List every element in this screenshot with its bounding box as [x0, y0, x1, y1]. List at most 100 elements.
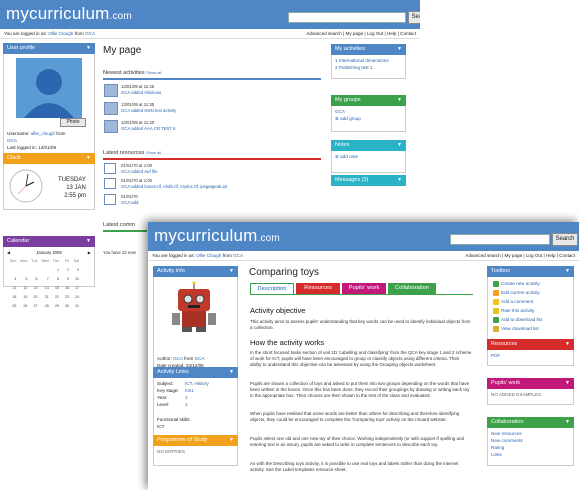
top-nav[interactable]: Advanced search | My page | Log Out | He…: [306, 29, 416, 39]
calendar-date[interactable]: 15: [52, 285, 60, 292]
calendar-date[interactable]: 27: [30, 303, 38, 310]
toolbox-item[interactable]: View download list: [491, 324, 570, 333]
search-input[interactable]: [450, 234, 550, 245]
calendar-date[interactable]: 30: [62, 303, 70, 310]
tab-resources[interactable]: Resources: [296, 283, 340, 294]
collapse-icon[interactable]: ▼: [565, 417, 570, 428]
pupils-work-header[interactable]: Pupils' work ▼: [487, 378, 574, 389]
calendar-date[interactable]: 4: [9, 276, 17, 283]
collapse-icon[interactable]: ▼: [397, 44, 402, 55]
activity-thumb-icon[interactable]: [104, 120, 118, 133]
collab-link-rating[interactable]: Rating: [491, 444, 570, 451]
calendar-date[interactable]: [30, 267, 38, 274]
calendar-date[interactable]: 11: [9, 285, 17, 292]
calendar-date[interactable]: [40, 267, 49, 274]
activity-item[interactable]: 13/01/09 at 11:45 GCA added Hilarious: [121, 84, 161, 96]
calendar-date[interactable]: 17: [72, 285, 80, 292]
my-activity-link[interactable]: 2 Publishing test 1: [335, 64, 402, 71]
activity-item[interactable]: 13/01/09 at 11:20 GCA added AAA CR TEST 6: [121, 120, 176, 132]
collapse-icon[interactable]: ▼: [565, 378, 570, 389]
calendar-date[interactable]: 12: [19, 285, 28, 292]
toolbox-item[interactable]: Create new activity: [491, 279, 570, 288]
collapse-icon[interactable]: ▼: [86, 43, 91, 54]
calendar-date[interactable]: 14: [40, 285, 49, 292]
username-link[interactable]: ollie_clough: [31, 131, 55, 136]
calendar-date[interactable]: 19: [19, 294, 28, 301]
collapse-icon[interactable]: ▼: [565, 339, 570, 350]
calendar-date[interactable]: 9: [62, 276, 70, 283]
toolbox-item[interactable]: Add to download list: [491, 315, 570, 324]
user-link[interactable]: Ollie Clough: [48, 31, 73, 36]
calendar-date[interactable]: 26: [19, 303, 28, 310]
calendar-date[interactable]: [9, 267, 17, 274]
messages-header[interactable]: Messages (3) ▼: [331, 175, 406, 186]
photo-button[interactable]: Photo: [60, 118, 86, 127]
notes-header[interactable]: Notes ▼: [331, 140, 406, 151]
activity-links-header[interactable]: Activity Links ▼: [153, 367, 238, 378]
site-logo[interactable]: mycurriculum.com: [154, 226, 280, 246]
next-month-icon[interactable]: ▶: [88, 249, 91, 256]
calendar-date[interactable]: 25: [9, 303, 17, 310]
activity-item[interactable]: 13/01/09 at 11:35 GCA added NNN test acti…: [121, 102, 176, 114]
prev-month-icon[interactable]: ◀: [7, 249, 10, 256]
calendar-grid[interactable]: Sun Mon Tue Wed Thu Fri Sat 1 2 3 4 5 6 7 8 9 10 11 12 13 14…: [7, 256, 82, 312]
author-org-link[interactable]: GCA: [195, 356, 205, 361]
calendar-date[interactable]: 29: [52, 303, 60, 310]
calendar-date[interactable]: 1: [52, 267, 60, 274]
username-org-link[interactable]: GCA: [7, 138, 17, 143]
collab-link-new-resources[interactable]: New resources: [491, 430, 570, 437]
my-groups-header[interactable]: My groups ▼: [331, 95, 406, 106]
collapse-icon[interactable]: ▼: [229, 266, 234, 277]
calendar-date[interactable]: 23: [62, 294, 70, 301]
show-all-link[interactable]: Show all: [146, 70, 161, 75]
resource-icon[interactable]: [104, 163, 116, 174]
resource-item[interactable]: 01/01/70 GCA add: [121, 194, 138, 206]
collapse-icon[interactable]: ▼: [397, 95, 402, 106]
collapse-icon[interactable]: ▼: [565, 266, 570, 277]
calendar-date[interactable]: 10: [72, 276, 80, 283]
my-activities-header[interactable]: My activities ▼: [331, 44, 406, 55]
level-value[interactable]: 1: [185, 401, 235, 408]
collab-link-links[interactable]: Links: [491, 451, 570, 458]
year-value[interactable]: 1: [185, 394, 235, 401]
calendar-date[interactable]: 31: [72, 303, 80, 310]
calendar-date[interactable]: 8: [52, 276, 60, 283]
activity-thumb-icon[interactable]: [104, 102, 118, 115]
author-link[interactable]: GCA: [173, 356, 183, 361]
collab-link-new-comments[interactable]: New comments: [491, 437, 570, 444]
resource-icon[interactable]: [104, 178, 116, 189]
org-link[interactable]: GCA: [233, 253, 243, 258]
top-nav[interactable]: Advanced search | My page | Log Out | He…: [465, 251, 575, 261]
collapse-icon[interactable]: ▼: [397, 140, 402, 151]
resource-icon[interactable]: [104, 194, 116, 205]
activity-thumb-icon[interactable]: [104, 84, 118, 97]
collapse-icon[interactable]: ▼: [86, 153, 91, 164]
toolbox-item[interactable]: Edit current activity: [491, 288, 570, 297]
calendar-date[interactable]: 16: [62, 285, 70, 292]
calendar-date[interactable]: 18: [9, 294, 17, 301]
resource-item[interactable]: 01/01/70 at 1:00 GCA added swf file: [121, 163, 158, 175]
toolbox-item[interactable]: Add a comment: [491, 297, 570, 306]
resources-header[interactable]: Resources ▼: [487, 339, 574, 350]
calendar-date[interactable]: 21: [40, 294, 49, 301]
calendar-date[interactable]: 13: [30, 285, 38, 292]
resource-item[interactable]: 01/01/70 at 1:00 GCA added itunes.rtf, eh…: [121, 178, 227, 190]
site-logo[interactable]: mycurriculum.com: [6, 4, 132, 24]
user-profile-header[interactable]: User profile ▼: [3, 43, 95, 54]
calendar-date[interactable]: 22: [52, 294, 60, 301]
add-note-link[interactable]: ⊕ add note: [335, 153, 402, 160]
group-link[interactable]: GCA: [335, 108, 402, 115]
search-button[interactable]: Search: [552, 233, 578, 246]
my-activity-link[interactable]: 1 International dimensions: [335, 57, 402, 64]
collaboration-header[interactable]: Collaboration ▼: [487, 417, 574, 428]
tab-collaboration[interactable]: Collaboration: [388, 283, 436, 294]
calendar-date[interactable]: 7: [40, 276, 49, 283]
tab-pupils-work[interactable]: Pupils' work: [342, 283, 386, 294]
collapse-icon[interactable]: ▼: [229, 435, 234, 446]
calendar-header[interactable]: Calendar ▼: [3, 236, 95, 247]
tab-description[interactable]: Description: [250, 283, 294, 294]
resource-link[interactable]: PDF: [491, 353, 500, 358]
calendar-date[interactable]: 5: [19, 276, 28, 283]
calendar-date[interactable]: 20: [30, 294, 38, 301]
programme-header[interactable]: Programme of Study ▼: [153, 435, 238, 446]
